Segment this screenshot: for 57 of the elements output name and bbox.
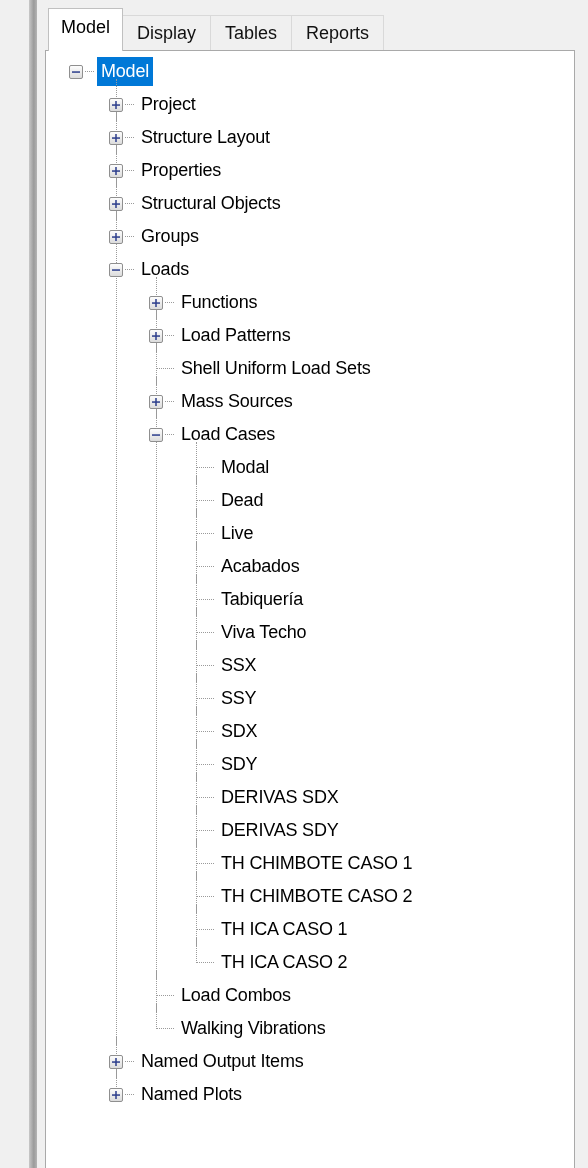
tree-item[interactable]: TH ICA CASO 1 [217,915,352,944]
expand-button[interactable] [109,130,123,145]
tree-item[interactable]: Model [97,57,154,86]
tree-item[interactable]: Structural Objects [137,189,285,218]
expand-button[interactable] [109,97,123,112]
plus-icon [151,396,161,407]
plus-icon [111,165,121,176]
tree-item[interactable]: Acabados [217,552,304,581]
plus-icon [111,1056,121,1067]
tree-item[interactable]: Load Cases [177,420,280,449]
tree-item[interactable]: DERIVAS SDX [217,783,343,812]
tree-item[interactable]: SDY [217,750,262,779]
tree-item[interactable]: TH ICA CASO 2 [217,948,352,977]
tree-item[interactable]: DERIVAS SDY [217,816,343,845]
tree-item[interactable]: Loads [137,255,194,284]
plus-icon [111,198,121,209]
tree-item[interactable]: Viva Techo [217,618,311,647]
tree-item[interactable]: Named Plots [137,1080,246,1109]
tree-item[interactable]: Modal [217,453,274,482]
collapse-button[interactable] [69,64,83,79]
plus-icon [151,330,161,341]
tree-item[interactable]: Functions [177,288,262,317]
tree-item[interactable]: Properties [137,156,226,185]
plus-icon [111,132,121,143]
plus-icon [151,297,161,308]
collapse-button[interactable] [109,262,123,277]
expand-button[interactable] [149,295,163,310]
tree-item[interactable]: SDX [217,717,262,746]
tree-item[interactable]: Groups [137,222,203,251]
collapse-button[interactable] [149,427,163,442]
plus-icon [111,1089,121,1100]
tree-item[interactable]: Shell Uniform Load Sets [177,354,375,383]
tree-item[interactable]: Load Patterns [177,321,295,350]
tree-item[interactable]: Mass Sources [177,387,297,416]
tree-item[interactable]: Load Combos [177,981,295,1010]
tree-item[interactable]: SSX [217,651,261,680]
tree-item[interactable]: Dead [217,486,268,515]
expand-button[interactable] [109,229,123,244]
tree-item[interactable]: Tabiquería [217,585,308,614]
expand-button[interactable] [149,328,163,343]
plus-icon [111,231,121,242]
tree-item[interactable]: Named Output Items [137,1047,308,1076]
plus-icon [111,99,121,110]
tree-item[interactable]: SSY [217,684,261,713]
expand-button[interactable] [149,394,163,409]
tab[interactable]: Model [48,8,124,51]
tree-item[interactable]: Live [217,519,258,548]
tree-item[interactable]: TH CHIMBOTE CASO 1 [217,849,417,878]
tree-item[interactable]: Project [137,90,200,119]
tree-item[interactable]: TH CHIMBOTE CASO 2 [217,882,417,911]
expand-button[interactable] [109,1054,123,1069]
expand-button[interactable] [109,1087,123,1102]
tab[interactable]: Reports [291,15,385,50]
expand-button[interactable] [109,196,123,211]
tree-item[interactable]: Structure Layout [137,123,274,152]
tree-item[interactable]: Walking Vibrations [177,1014,330,1043]
expand-button[interactable] [109,163,123,178]
